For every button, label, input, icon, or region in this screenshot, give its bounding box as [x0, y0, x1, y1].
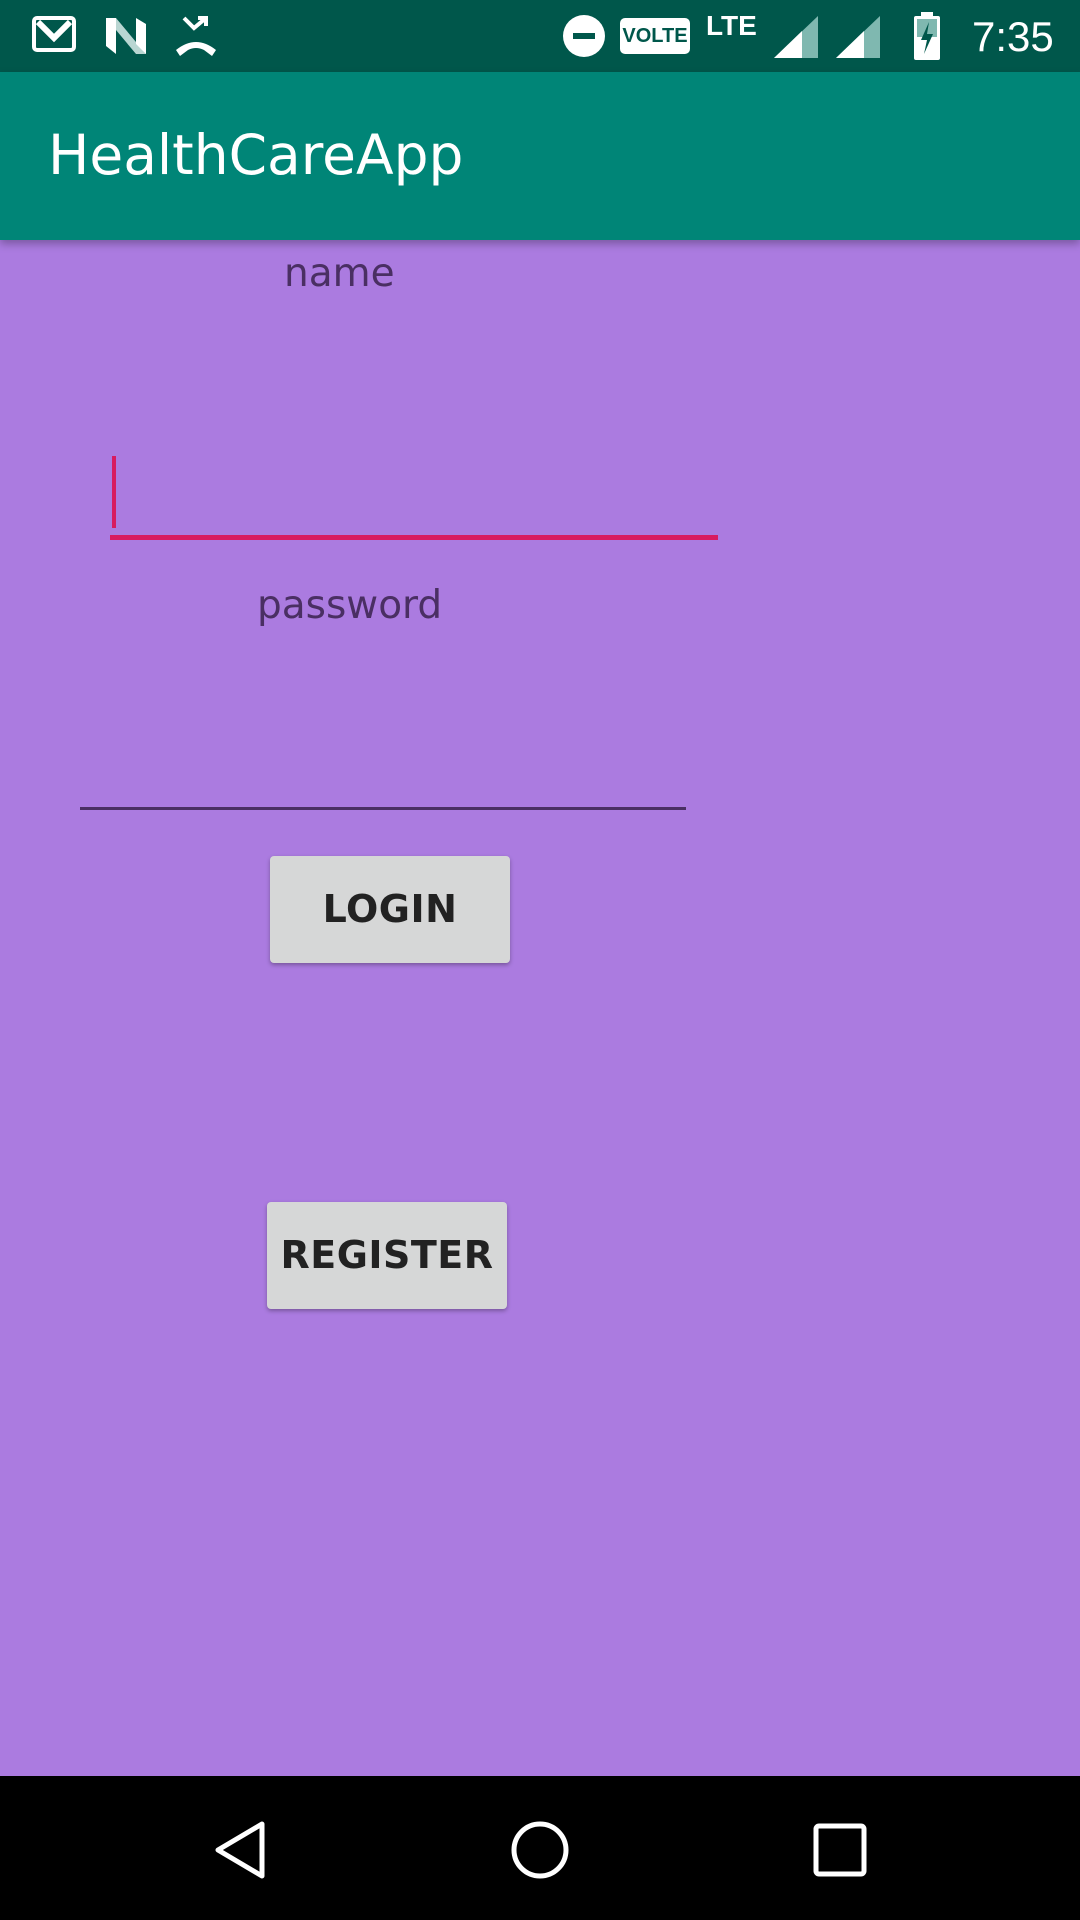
login-button[interactable]: LOGIN	[270, 856, 510, 963]
signal-icon	[774, 16, 818, 58]
register-button[interactable]: REGISTER	[267, 1202, 507, 1309]
volte-label: VOLTE	[622, 25, 688, 47]
recents-icon[interactable]	[812, 1822, 868, 1878]
text-cursor	[112, 456, 116, 528]
password-input-underline	[80, 807, 686, 810]
name-input-underline	[110, 535, 718, 540]
gmail-icon	[32, 16, 76, 52]
network-type: LTE	[706, 10, 757, 41]
status-bar: VOLTE LTE 7:35	[0, 0, 1080, 72]
app-title: HealthCareApp	[48, 123, 464, 187]
login-form: name password LOGIN REGISTER	[0, 240, 1080, 1776]
battery-charging-icon	[912, 12, 942, 60]
password-label: password	[257, 583, 443, 628]
do-not-disturb-icon	[562, 14, 606, 58]
app-bar: HealthCareApp	[0, 72, 1080, 240]
signal-icon	[836, 16, 880, 58]
name-input[interactable]	[110, 440, 718, 540]
volte-icon: VOLTE	[620, 18, 690, 54]
back-icon[interactable]	[212, 1820, 268, 1880]
navigation-bar	[0, 1776, 1080, 1920]
missed-call-icon	[172, 14, 220, 58]
home-icon[interactable]	[510, 1820, 570, 1880]
login-screen: VOLTE LTE 7:35 HealthCareApp name passwo…	[0, 0, 1080, 1920]
password-input[interactable]	[80, 710, 686, 810]
name-label: name	[284, 251, 395, 296]
clock-time: 7:35	[972, 13, 1054, 60]
n-icon	[104, 16, 148, 56]
